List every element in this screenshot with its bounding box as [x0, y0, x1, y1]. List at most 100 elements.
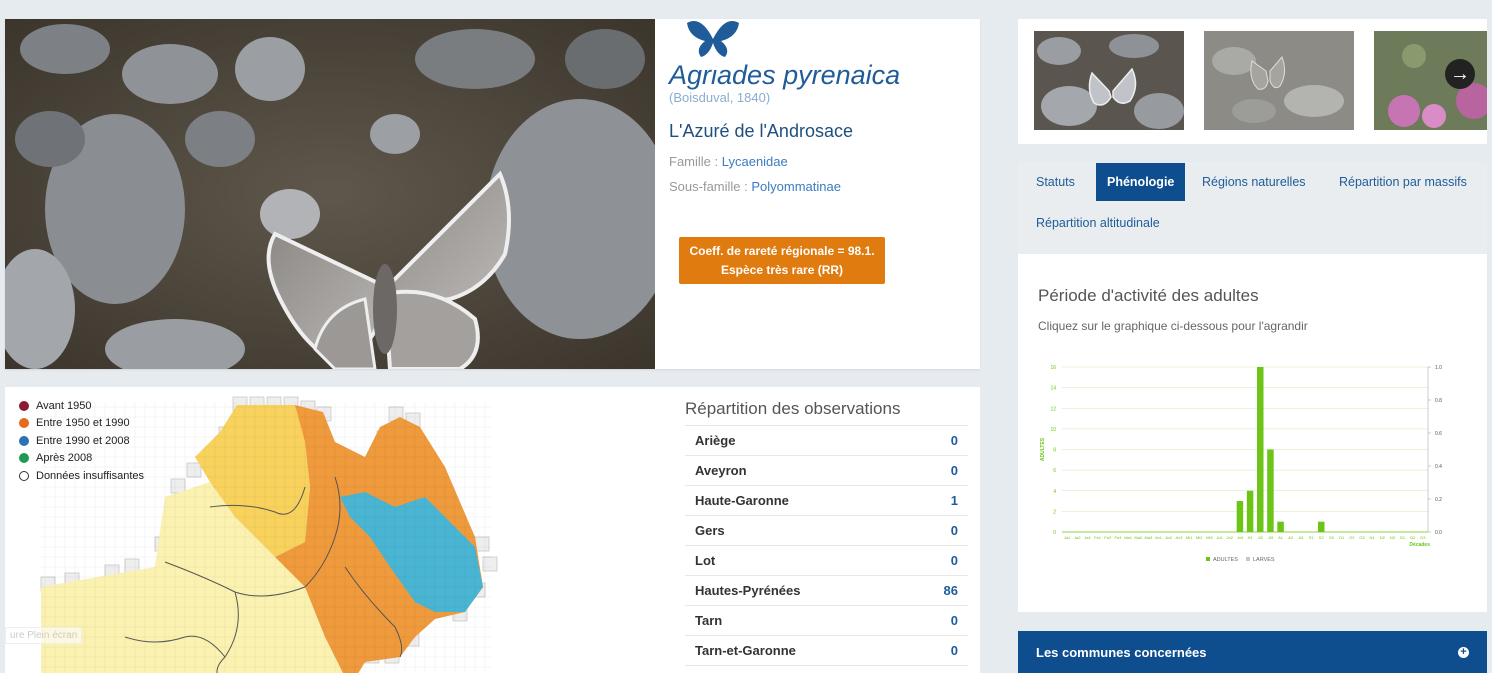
family-link[interactable]: Lycaenidae	[722, 154, 788, 169]
x-tick-label: Av2	[1165, 535, 1173, 540]
x-tick-label: S3	[1329, 535, 1335, 540]
bar-adultes	[1267, 449, 1274, 532]
x-tick-label: N1	[1370, 535, 1376, 540]
x-axis-label: Décades	[1409, 542, 1430, 548]
y-tick-label: 16	[1050, 365, 1056, 371]
department-name: Aveyron	[695, 463, 747, 478]
department-name: Tarn-et-Garonne	[695, 643, 796, 658]
tab-statuts[interactable]: Statuts	[1025, 163, 1086, 201]
photo-gallery: →	[1018, 19, 1487, 144]
y-tick-label: 2	[1053, 509, 1056, 515]
x-tick-label: Mi3	[1206, 535, 1213, 540]
observations-table: Répartition des observations Ariège 0 Avey…	[685, 399, 968, 666]
y-tick-label: 8	[1053, 448, 1056, 454]
subfamily-link[interactable]: Polyommatinae	[751, 179, 841, 194]
legend-dot-before-1950	[19, 400, 29, 411]
communes-label: Les communes concernées	[1036, 644, 1207, 660]
butterfly-logo-icon	[687, 21, 739, 57]
gallery-thumbnail[interactable]	[1204, 31, 1354, 130]
x-tick-label: O1	[1339, 535, 1345, 540]
x-tick-label: A3	[1298, 535, 1304, 540]
bar-adultes	[1317, 521, 1325, 532]
tab-repartition-massifs[interactable]: Répartition par massifs	[1328, 163, 1478, 201]
communes-accordion[interactable]: Les communes concernées +	[1018, 631, 1487, 673]
bar-adultes	[1246, 490, 1254, 532]
observation-row: Ariège 0	[685, 426, 968, 456]
bar-adultes	[1277, 521, 1284, 532]
x-tick-label: Fe3	[1114, 535, 1122, 540]
observation-count: 1	[950, 493, 958, 508]
bar-adultes	[1256, 367, 1264, 532]
x-tick-label: D2	[1410, 535, 1416, 540]
y-tick-label: 4	[1053, 489, 1056, 495]
y-tick-label: 0	[1053, 530, 1056, 536]
observation-count: 0	[950, 643, 958, 658]
department-name: Lot	[695, 553, 716, 568]
observation-count: 0	[950, 463, 958, 478]
observation-row: Hautes-Pyrénées 86	[685, 576, 968, 606]
phenology-subtitle: Cliquez sur le graphique ci-dessous pour…	[1038, 319, 1308, 333]
x-tick-label: Ja2	[1074, 535, 1081, 540]
legend-swatch	[1246, 557, 1250, 561]
x-tick-label: O3	[1359, 535, 1365, 540]
y2-tick-label: 0.0	[1435, 530, 1442, 536]
x-tick-label: Mi2	[1196, 535, 1203, 540]
thumbnail-image	[1034, 31, 1184, 130]
department-name: Haute-Garonne	[695, 493, 789, 508]
gallery-next-button[interactable]: →	[1445, 59, 1475, 89]
x-tick-label: A1	[1278, 535, 1284, 540]
species-info: Agriades pyrenaica (Boisduval, 1840) L'A…	[669, 59, 969, 194]
phenology-chart[interactable]: 0 2 4 6 8 10 12 14 16 0.0 0.2 0.4 0.6 0.8 1.0 ADULTES Ja…	[1036, 357, 1456, 577]
x-tick-label: Jt2	[1258, 535, 1264, 540]
x-tick-label: Av1	[1155, 535, 1163, 540]
x-tick-label: Av3	[1176, 535, 1184, 540]
observation-count: 0	[950, 553, 958, 568]
legend-item: Données insuffisantes	[19, 467, 144, 485]
plus-circle-icon: +	[1458, 646, 1469, 658]
legend-label: LARVES	[1253, 557, 1275, 563]
rarity-coefficient: Coeff. de rareté régionale = 98.1.	[689, 243, 875, 258]
department-name: Tarn	[695, 613, 723, 628]
legend-dot-1990-2008	[19, 435, 29, 446]
legend-item: Entre 1950 et 1990	[19, 415, 144, 433]
x-tick-label: S1	[1309, 535, 1315, 540]
family-label: Famille :	[669, 154, 722, 169]
y2-tick-label: 0.2	[1435, 497, 1442, 503]
x-tick-label: O2	[1349, 535, 1355, 540]
x-tick-label: S2	[1319, 535, 1325, 540]
species-photo[interactable]	[5, 19, 655, 369]
gallery-thumbnail[interactable]	[1034, 31, 1184, 130]
subfamily-line: Sous-famille : Polyommatinae	[669, 179, 969, 194]
observation-row: Gers 0	[685, 516, 968, 546]
x-tick-label: N3	[1390, 535, 1396, 540]
legend-swatch	[1206, 557, 1210, 561]
legend-label: ADULTES	[1213, 557, 1238, 563]
y2-tick-label: 0.4	[1435, 464, 1442, 470]
x-tick-label: A2	[1288, 535, 1294, 540]
observation-row: Haute-Garonne 1	[685, 486, 968, 516]
observation-count: 0	[950, 433, 958, 448]
legend-dot-1950-1990	[19, 418, 29, 429]
department-name: Hautes-Pyrénées	[695, 583, 801, 598]
x-tick-label: Fe2	[1104, 535, 1112, 540]
species-card: Agriades pyrenaica (Boisduval, 1840) L'A…	[5, 19, 980, 369]
observations-title: Répartition des observations	[685, 399, 968, 426]
x-tick-label: Ma1	[1124, 535, 1133, 540]
species-author: (Boisduval, 1840)	[669, 90, 771, 105]
tab-phenologie[interactable]: Phénologie	[1096, 163, 1186, 201]
observation-row: Aveyron 0	[685, 456, 968, 486]
x-tick-label: D1	[1400, 535, 1406, 540]
observation-count: 86	[943, 583, 958, 598]
x-tick-label: Ma2	[1134, 535, 1143, 540]
observation-row: Tarn-et-Garonne 0	[685, 636, 968, 666]
y2-tick-label: 0.8	[1435, 398, 1442, 404]
tab-regions-naturelles[interactable]: Régions naturelles	[1191, 163, 1317, 201]
phenology-title: Période d'activité des adultes	[1038, 286, 1259, 305]
x-tick-label: Jt3	[1268, 535, 1274, 540]
tab-repartition-altitudinale[interactable]: Répartition altitudinale	[1025, 204, 1171, 242]
fullscreen-button[interactable]: ure Plein écran	[5, 627, 83, 644]
x-tick-label: Jn1	[1216, 535, 1223, 540]
x-tick-label: Jn2	[1227, 535, 1234, 540]
x-tick-label: Ja3	[1084, 535, 1091, 540]
department-name: Gers	[695, 523, 725, 538]
